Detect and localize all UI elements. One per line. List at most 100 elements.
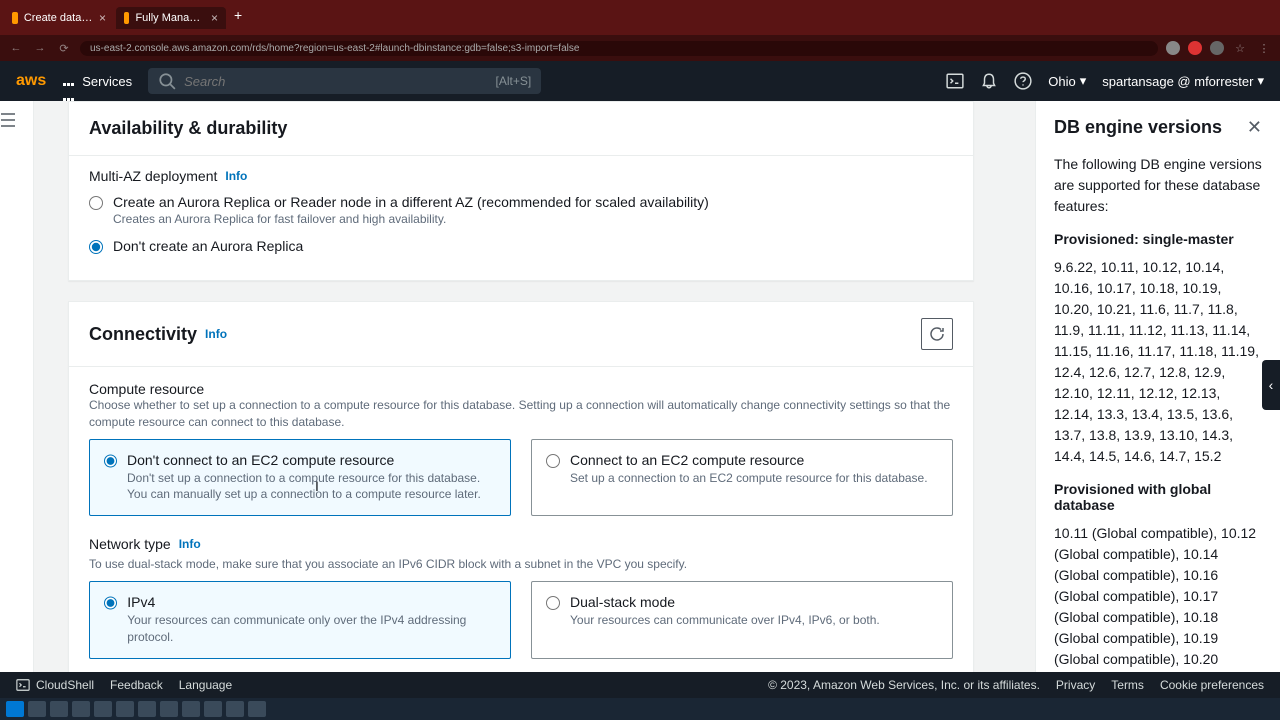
hamburger-icon[interactable] xyxy=(0,113,16,127)
info-link[interactable]: Info xyxy=(179,537,201,551)
card-title: Don't connect to an EC2 compute resource xyxy=(127,452,496,468)
radio-input[interactable] xyxy=(546,596,560,610)
tab-favicon xyxy=(12,12,18,24)
side-versions-provisioned: 9.6.22, 10.11, 10.12, 10.14, 10.16, 10.1… xyxy=(1054,257,1262,467)
start-icon[interactable] xyxy=(6,701,24,717)
taskbar-item[interactable] xyxy=(204,701,222,717)
cloudshell-button[interactable]: CloudShell xyxy=(16,678,94,692)
taskbar-item[interactable] xyxy=(116,701,134,717)
menu-icon[interactable]: ⋮ xyxy=(1256,42,1272,55)
browser-tab[interactable]: Fully Managed Relational Dat... × xyxy=(116,7,226,29)
cloudshell-icon[interactable] xyxy=(946,72,964,90)
taskbar-item[interactable] xyxy=(72,701,90,717)
close-icon[interactable]: × xyxy=(99,11,106,25)
taskbar-item[interactable] xyxy=(138,701,156,717)
back-icon[interactable]: ← xyxy=(8,42,24,54)
card-desc: Don't set up a connection to a compute r… xyxy=(127,470,496,504)
taskbar-item[interactable] xyxy=(50,701,68,717)
card-desc: Your resources can communicate only over… xyxy=(127,612,496,646)
taskbar-item[interactable] xyxy=(226,701,244,717)
card-desc: Your resources can communicate over IPv4… xyxy=(570,612,880,629)
services-label: Services xyxy=(82,74,132,89)
grid-icon xyxy=(62,74,76,88)
info-link[interactable]: Info xyxy=(205,327,227,341)
compute-option-connect-ec2[interactable]: Connect to an EC2 compute resource Set u… xyxy=(531,439,953,517)
services-button[interactable]: Services xyxy=(62,74,132,89)
url-bar: ← → ⟳ us-east-2.console.aws.amazon.com/r… xyxy=(0,35,1280,61)
taskbar-item[interactable] xyxy=(94,701,112,717)
search-input[interactable] xyxy=(184,74,487,89)
tab-title: Create database - RDS Ma... xyxy=(24,12,93,24)
network-option-ipv4[interactable]: IPv4 Your resources can communicate only… xyxy=(89,581,511,659)
compute-options: Don't connect to an EC2 compute resource… xyxy=(89,439,953,517)
close-icon[interactable]: × xyxy=(211,11,218,25)
extension-icon[interactable] xyxy=(1188,41,1202,55)
info-link[interactable]: Info xyxy=(225,169,247,183)
user-menu[interactable]: spartansage @ mforrester ▾ xyxy=(1102,73,1264,89)
multi-az-option-create-replica[interactable]: Create an Aurora Replica or Reader node … xyxy=(89,188,953,232)
close-icon[interactable]: ✕ xyxy=(1247,117,1262,138)
tab-favicon xyxy=(124,12,129,24)
user-label: spartansage @ mforrester xyxy=(1102,74,1253,89)
radio-input[interactable] xyxy=(104,596,117,610)
radio-label: Create an Aurora Replica or Reader node … xyxy=(113,194,709,210)
feedback-link[interactable]: Feedback xyxy=(110,678,163,692)
region-label: Ohio xyxy=(1048,74,1075,89)
network-option-dual-stack[interactable]: Dual-stack mode Your resources can commu… xyxy=(531,581,953,659)
refresh-icon xyxy=(929,326,945,342)
language-link[interactable]: Language xyxy=(179,678,232,692)
radio-hint: Creates an Aurora Replica for fast failo… xyxy=(113,212,709,226)
multi-az-label: Multi-AZ deployment xyxy=(89,168,217,184)
side-subhead-global: Provisioned with global database xyxy=(1054,481,1262,513)
extension-icon[interactable] xyxy=(1166,41,1180,55)
browser-tabs: Create database - RDS Ma... × Fully Mana… xyxy=(4,7,248,29)
bookmark-icon[interactable]: ☆ xyxy=(1232,42,1248,55)
windows-taskbar xyxy=(0,698,1280,720)
extension-icon[interactable] xyxy=(1210,41,1224,55)
compute-resource-label: Compute resource xyxy=(89,381,953,397)
forward-icon[interactable]: → xyxy=(32,42,48,54)
radio-input[interactable] xyxy=(89,196,103,210)
browser-tab-active[interactable]: Create database - RDS Ma... × xyxy=(4,7,114,29)
aws-header: aws Services [Alt+S] Ohio ▾ spartansage … xyxy=(0,61,1280,101)
panel-title: Availability & durability xyxy=(89,118,287,139)
compute-option-dont-connect[interactable]: Don't connect to an EC2 compute resource… xyxy=(89,439,511,517)
taskbar-item[interactable] xyxy=(160,701,178,717)
side-panel: DB engine versions ✕ The following DB en… xyxy=(1035,101,1280,672)
aws-logo[interactable]: aws xyxy=(16,72,46,90)
cloudshell-label: CloudShell xyxy=(36,678,94,692)
privacy-link[interactable]: Privacy xyxy=(1056,678,1095,692)
radio-label: Don't create an Aurora Replica xyxy=(113,238,303,254)
side-panel-title: DB engine versions xyxy=(1054,117,1222,138)
tab-title: Fully Managed Relational Dat... xyxy=(135,12,205,24)
card-desc: Set up a connection to an EC2 compute re… xyxy=(570,470,928,487)
multi-az-option-no-replica[interactable]: Don't create an Aurora Replica xyxy=(89,232,953,260)
card-title: Dual-stack mode xyxy=(570,594,880,610)
cookies-link[interactable]: Cookie preferences xyxy=(1160,678,1264,692)
availability-header: Availability & durability xyxy=(69,102,973,155)
taskbar-item[interactable] xyxy=(28,701,46,717)
help-icon[interactable] xyxy=(1014,72,1032,90)
taskbar-item[interactable] xyxy=(182,701,200,717)
new-tab-button[interactable]: + xyxy=(228,7,248,29)
form-column: Availability & durability Multi-AZ deplo… xyxy=(34,101,974,652)
taskbar-item[interactable] xyxy=(248,701,266,717)
search-box[interactable]: [Alt+S] xyxy=(148,68,541,94)
collapse-panel-handle[interactable]: ‹ xyxy=(1262,360,1280,410)
refresh-button[interactable] xyxy=(921,318,953,350)
browser-chrome: Create database - RDS Ma... × Fully Mana… xyxy=(0,0,1280,35)
url-text: us-east-2.console.aws.amazon.com/rds/hom… xyxy=(90,43,579,54)
url-input[interactable]: us-east-2.console.aws.amazon.com/rds/hom… xyxy=(80,41,1158,56)
connectivity-panel: Connectivity Info Compute resource Choos… xyxy=(68,301,974,672)
radio-input[interactable] xyxy=(89,240,103,254)
bell-icon[interactable] xyxy=(980,72,998,90)
side-intro: The following DB engine versions are sup… xyxy=(1054,154,1262,217)
terms-link[interactable]: Terms xyxy=(1111,678,1144,692)
radio-input[interactable] xyxy=(104,454,117,468)
network-options: IPv4 Your resources can communicate only… xyxy=(89,581,953,659)
region-selector[interactable]: Ohio ▾ xyxy=(1048,73,1086,89)
search-icon xyxy=(158,72,176,90)
chevron-down-icon: ▾ xyxy=(1257,73,1264,89)
radio-input[interactable] xyxy=(546,454,560,468)
refresh-icon[interactable]: ⟳ xyxy=(56,42,72,55)
